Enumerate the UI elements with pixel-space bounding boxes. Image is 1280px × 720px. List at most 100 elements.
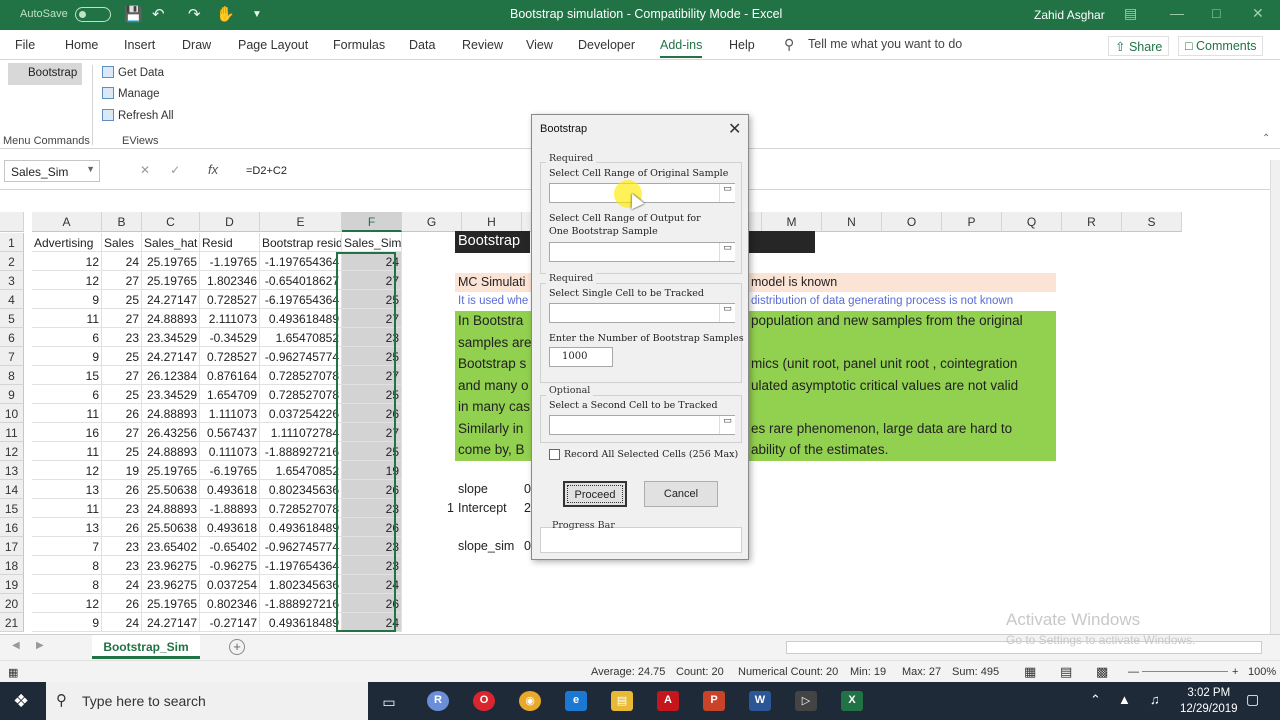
notifications-icon[interactable]: ▢ (1246, 691, 1259, 708)
row-header[interactable]: 4 (0, 290, 24, 309)
row-header[interactable]: 2 (0, 252, 24, 271)
table-cell[interactable]: 9 (32, 290, 102, 309)
row-header[interactable]: 8 (0, 366, 24, 385)
tab-developer[interactable]: Developer (578, 38, 635, 52)
table-cell[interactable]: -1.19765 (200, 252, 260, 271)
row-header[interactable]: 19 (0, 575, 24, 594)
row-header[interactable]: 18 (0, 556, 24, 575)
row-header[interactable]: 16 (0, 518, 24, 537)
table-cell[interactable]: 23 (102, 556, 142, 575)
table-cell[interactable]: 23 (342, 556, 402, 575)
table-cell[interactable]: 0.802345636 (260, 480, 342, 499)
formula-input[interactable]: =D2+C2 (246, 165, 287, 177)
table-cell[interactable]: 24 (102, 575, 142, 594)
header-cell[interactable]: Sales_hat (142, 233, 200, 252)
record-all-checkbox[interactable] (549, 449, 560, 460)
row-header[interactable]: 3 (0, 271, 24, 290)
table-cell[interactable]: 0.728527078 (260, 499, 342, 518)
table-cell[interactable]: 24 (102, 252, 142, 271)
table-cell[interactable]: 23.34529 (142, 385, 200, 404)
page-break-view-icon[interactable]: ▩ (1096, 664, 1108, 680)
table-cell[interactable]: 24 (342, 575, 402, 594)
table-cell[interactable]: 15 (32, 366, 102, 385)
table-cell[interactable]: 1.65470852 (260, 461, 342, 480)
video-editor-icon[interactable]: ▷ (795, 691, 817, 711)
excel-icon[interactable]: X (841, 691, 863, 711)
table-cell[interactable]: 27 (102, 366, 142, 385)
table-cell[interactable]: 0.728527 (200, 290, 260, 309)
table-cell[interactable]: 25 (342, 442, 402, 461)
get-data-button[interactable]: Get Data (102, 66, 164, 79)
column-header[interactable]: C (142, 212, 200, 232)
number-samples-input[interactable]: 1000 (549, 347, 613, 367)
second-cell-input[interactable]: ▭ (549, 415, 735, 435)
maximize-icon[interactable]: □ (1212, 5, 1220, 21)
row-header[interactable]: 17 (0, 537, 24, 556)
row-header[interactable]: 13 (0, 461, 24, 480)
table-cell[interactable]: 25 (102, 385, 142, 404)
ribbon-display-icon[interactable]: ▤ (1124, 5, 1137, 22)
powerpoint-icon[interactable]: P (703, 691, 725, 711)
table-cell[interactable]: 26 (102, 594, 142, 613)
sheet-tab-bootstrap-sim[interactable]: Bootstrap_Sim (92, 635, 200, 659)
table-cell[interactable]: 11 (32, 499, 102, 518)
insert-function-icon[interactable]: fx (208, 162, 218, 177)
file-explorer-icon[interactable]: ▤ (611, 691, 633, 711)
bootstrap-ribbon-button[interactable]: Bootstrap (8, 63, 82, 85)
table-cell[interactable]: 12 (32, 271, 102, 290)
opera-icon[interactable]: O (473, 691, 495, 711)
row-header[interactable]: 5 (0, 309, 24, 328)
table-cell[interactable]: 13 (32, 518, 102, 537)
table-cell[interactable]: 23 (342, 328, 402, 347)
table-cell[interactable]: -0.962745774 (260, 537, 342, 556)
zoom-slider[interactable] (1142, 671, 1228, 672)
zoom-level[interactable]: 100% (1248, 666, 1276, 678)
table-cell[interactable]: -0.65402 (200, 537, 260, 556)
table-cell[interactable]: 11 (32, 442, 102, 461)
tab-page-layout[interactable]: Page Layout (238, 38, 308, 52)
proceed-button[interactable]: Proceed (563, 481, 627, 507)
table-cell[interactable]: 9 (32, 613, 102, 632)
range-select-icon[interactable]: ▭ (719, 304, 735, 322)
table-cell[interactable]: 0.493618 (200, 518, 260, 537)
touch-mode-icon[interactable]: ✋ (216, 5, 235, 23)
table-cell[interactable]: 0.037254226 (260, 404, 342, 423)
table-cell[interactable]: 9 (32, 347, 102, 366)
collapse-ribbon-icon[interactable]: ⌃ (1262, 133, 1270, 144)
table-cell[interactable]: 16 (32, 423, 102, 442)
edge-icon[interactable]: e (565, 691, 587, 711)
row-header[interactable]: 15 (0, 499, 24, 518)
normal-view-icon[interactable]: ▦ (1024, 664, 1036, 680)
table-cell[interactable]: 25.19765 (142, 461, 200, 480)
table-cell[interactable]: 25 (342, 385, 402, 404)
column-header[interactable]: H (462, 212, 522, 232)
table-cell[interactable]: 27 (342, 309, 402, 328)
single-cell-input[interactable]: ▭ (549, 303, 735, 323)
minimize-icon[interactable]: — (1170, 5, 1184, 21)
tab-help[interactable]: Help (729, 38, 755, 52)
table-cell[interactable]: -0.962745774 (260, 347, 342, 366)
table-cell[interactable]: 0.728527078 (260, 366, 342, 385)
table-cell[interactable]: 2.111073 (200, 309, 260, 328)
table-cell[interactable]: 25 (102, 442, 142, 461)
tab-review[interactable]: Review (462, 38, 503, 52)
tab-formulas[interactable]: Formulas (333, 38, 385, 52)
user-name[interactable]: Zahid Asghar (1034, 8, 1105, 22)
table-cell[interactable]: 26 (102, 404, 142, 423)
table-cell[interactable]: -6.197654364 (260, 290, 342, 309)
table-cell[interactable]: 1.802345636 (260, 575, 342, 594)
column-header[interactable]: A (32, 212, 102, 232)
table-cell[interactable]: 12 (32, 594, 102, 613)
r-app-icon[interactable]: R (427, 691, 449, 711)
table-cell[interactable]: -0.654018627 (260, 271, 342, 290)
taskbar-search-box[interactable]: ⚲ Type here to search (46, 682, 368, 720)
table-cell[interactable]: 0.567437 (200, 423, 260, 442)
tab-insert[interactable]: Insert (124, 38, 155, 52)
table-cell[interactable]: -0.34529 (200, 328, 260, 347)
autosave-toggle[interactable] (75, 7, 111, 22)
table-cell[interactable]: 11 (32, 309, 102, 328)
header-cell[interactable]: Advertising (32, 233, 102, 252)
confirm-entry-icon[interactable]: ✓ (170, 163, 200, 177)
show-hidden-icons[interactable]: ⌃ (1090, 692, 1101, 708)
row-header[interactable]: 9 (0, 385, 24, 404)
